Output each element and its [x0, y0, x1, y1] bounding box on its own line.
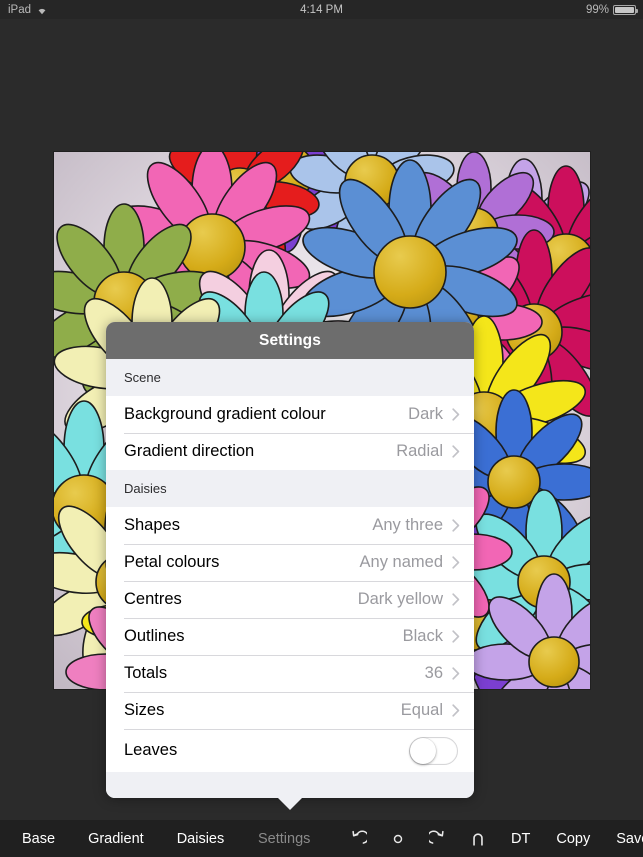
- circle-icon[interactable]: [378, 830, 418, 848]
- toolbar-button-copy[interactable]: Copy: [543, 831, 603, 847]
- toolbar-button-daisies[interactable]: Daisies: [177, 831, 225, 847]
- row-label: Gradient direction: [124, 442, 255, 460]
- popover-arrow: [277, 797, 303, 810]
- chevron-right-icon: [452, 630, 460, 643]
- row-label: Shapes: [124, 516, 180, 534]
- status-bar-clock: 4:14 PM: [300, 3, 343, 16]
- status-bar: iPad 4:14 PM 99%: [0, 0, 643, 19]
- toolbar-button-settings[interactable]: Settings: [258, 831, 310, 847]
- settings-popover: Settings Scene Background gradient colou…: [106, 322, 474, 810]
- status-bar-right: 99%: [585, 3, 638, 16]
- chevron-right-icon: [452, 704, 460, 717]
- row-centres[interactable]: Centres Dark yellow: [106, 581, 474, 618]
- leaves-toggle[interactable]: [409, 736, 458, 765]
- row-value: 36: [424, 664, 443, 682]
- chevron-right-icon: [452, 593, 460, 606]
- row-label: Background gradient colour: [124, 405, 326, 423]
- toolbar-middle-group: Settings: [258, 831, 310, 847]
- chevron-right-icon: [452, 556, 460, 569]
- row-sizes[interactable]: Sizes Equal: [106, 692, 474, 729]
- popover-footer: [106, 772, 474, 798]
- toolbar-button-gradient[interactable]: Gradient: [88, 831, 144, 847]
- section-header-scene: Scene: [106, 359, 474, 396]
- chevron-right-icon: [452, 408, 460, 421]
- magnet-icon[interactable]: [458, 830, 498, 848]
- row-background-gradient-colour[interactable]: Background gradient colour Dark: [106, 396, 474, 433]
- chevron-right-icon: [452, 445, 460, 458]
- row-label: Leaves: [124, 741, 178, 759]
- redo-icon[interactable]: [418, 830, 458, 848]
- row-value: Dark: [408, 405, 443, 423]
- row-label: Outlines: [124, 627, 185, 645]
- row-value: Black: [402, 627, 443, 645]
- row-label: Sizes: [124, 701, 165, 719]
- undo-icon[interactable]: [338, 830, 378, 848]
- toolbar-left-group: Base Gradient Daisies: [22, 831, 224, 847]
- battery-icon: [613, 4, 638, 15]
- toolbar-button-save[interactable]: Save: [603, 831, 643, 847]
- row-shapes[interactable]: Shapes Any three: [106, 507, 474, 544]
- row-value: Dark yellow: [357, 590, 443, 608]
- row-leaves[interactable]: Leaves: [106, 729, 474, 772]
- row-totals[interactable]: Totals 36: [106, 655, 474, 692]
- section-rows-scene: Background gradient colour Dark Gradient…: [106, 396, 474, 470]
- row-petal-colours[interactable]: Petal colours Any named: [106, 544, 474, 581]
- ipad-screen: iPad 4:14 PM 99% Settings Scene Backgrou…: [0, 0, 643, 857]
- chevron-right-icon: [452, 667, 460, 680]
- battery-percent: 99%: [585, 3, 609, 16]
- row-gradient-direction[interactable]: Gradient direction Radial: [106, 433, 474, 470]
- row-label: Petal colours: [124, 553, 220, 571]
- row-value: Equal: [400, 701, 443, 719]
- toolbar-right-group: DT Copy Save ?: [338, 830, 643, 848]
- row-value: Any named: [359, 553, 443, 571]
- section-rows-daisies: Shapes Any three Petal colours Any named…: [106, 507, 474, 772]
- toolbar-button-base[interactable]: Base: [22, 831, 55, 847]
- row-value: Any three: [372, 516, 443, 534]
- chevron-right-icon: [452, 519, 460, 532]
- toggle-knob: [410, 737, 436, 764]
- toolbar-button-dt[interactable]: DT: [498, 831, 543, 847]
- row-label: Centres: [124, 590, 182, 608]
- section-header-daisies: Daisies: [106, 470, 474, 507]
- bottom-toolbar: Base Gradient Daisies Settings DT Copy S…: [0, 820, 643, 857]
- row-outlines[interactable]: Outlines Black: [106, 618, 474, 655]
- row-label: Totals: [124, 664, 168, 682]
- popover-title: Settings: [106, 322, 474, 359]
- row-value: Radial: [396, 442, 443, 460]
